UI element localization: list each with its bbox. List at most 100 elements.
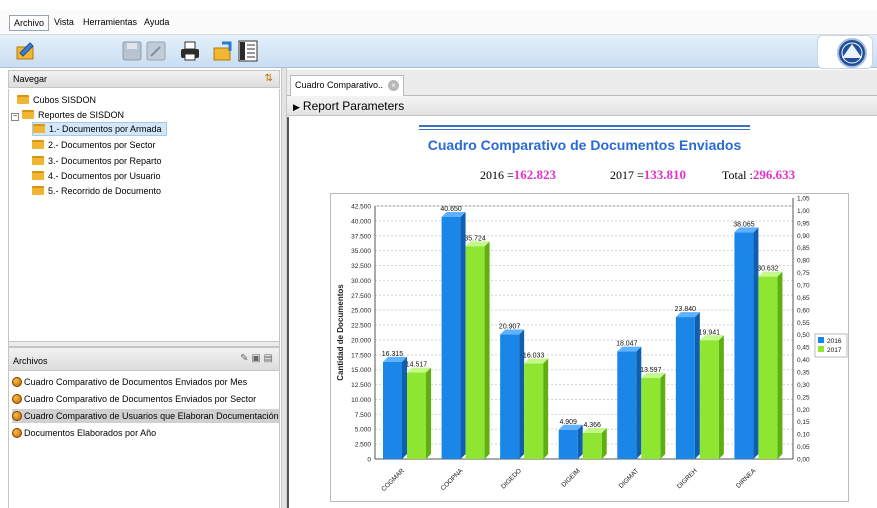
tree-item-cubos[interactable]: Cubos SISDON	[17, 93, 96, 107]
y-tick-label: 17.500	[351, 352, 371, 359]
total-label: 2016 =	[480, 168, 514, 182]
archivo-label: Cuadro Comparativo de Documentos Enviado…	[24, 377, 248, 387]
toolbar	[0, 35, 877, 69]
menu-archivo[interactable]: Archivo	[9, 15, 50, 31]
folder-icon	[32, 186, 44, 195]
bar-side	[426, 367, 431, 459]
y-tick-label: 5.000	[355, 427, 372, 434]
folder-icon	[22, 110, 34, 119]
archivos-title: Archivos	[13, 356, 48, 366]
bar-side	[660, 373, 666, 459]
tree-item-documentos-reparto[interactable]: 3.- Documentos por Reparto	[32, 154, 162, 168]
data-label: 19.941	[699, 329, 721, 336]
report-icon	[12, 411, 22, 421]
menu-vista[interactable]: Vista	[50, 15, 78, 31]
data-label: 14.517	[406, 362, 428, 369]
bar-chart: 0 2.500 5.000 7.500 10.000 12.500 15.000 17.500…	[336, 196, 848, 493]
bar	[500, 334, 520, 459]
bar-side	[577, 424, 583, 459]
archivo-label: Documentos Elaborados por Año	[24, 428, 157, 438]
y-tick-label: 27.500	[351, 293, 371, 300]
tree-item-label: Reportes de SISDON	[38, 110, 125, 120]
archivo-item[interactable]: Cuadro Comparativo de Usuarios que Elabo…	[12, 409, 279, 423]
bar-side	[601, 428, 607, 459]
bar	[524, 363, 544, 459]
tree-item-label: 3.- Documentos por Reparto	[48, 156, 162, 166]
save-icon[interactable]	[120, 39, 144, 63]
data-label: 4.366	[583, 422, 601, 429]
x-tick-label: COOPNA	[440, 467, 465, 492]
sort-icon[interactable]: ⇅	[265, 73, 273, 84]
menu-ayuda[interactable]: Ayuda	[140, 15, 173, 31]
y-tick-label: 20.000	[351, 337, 371, 344]
x-tick-label: COGMAR	[380, 467, 406, 493]
y-tick-label: 30.000	[351, 278, 371, 285]
legend-swatch	[818, 346, 824, 352]
bar	[383, 361, 402, 459]
data-label: 16.315	[382, 351, 404, 358]
y2-tick-label: 0,30	[797, 382, 810, 389]
x-tick-label: DIGMAT	[618, 467, 641, 490]
y-tick-label: 15.000	[351, 367, 371, 374]
print-icon[interactable]	[178, 39, 202, 63]
bar	[407, 372, 426, 459]
y2-tick-label: 0,80	[797, 258, 810, 265]
total-value: 133.810	[643, 167, 687, 182]
x-tick-label: DIGEIM	[560, 467, 581, 488]
archivos-toolbar-icons[interactable]: ✎ ▣ ▤	[240, 353, 273, 364]
tree-item-reportes[interactable]: − Reportes de SISDON	[11, 108, 124, 122]
data-label: 23.840	[675, 306, 697, 313]
data-label: 18.047	[616, 341, 638, 348]
top-strip	[0, 0, 877, 9]
tree-item-recorrido-documento[interactable]: 5.- Recorrido de Documento	[32, 184, 161, 198]
y2-tick-label: 1,00	[797, 208, 810, 215]
y2-tick-label: 0,10	[797, 432, 810, 439]
tab-cuadro-comparativo[interactable]: Cuadro Comparativo.. ×	[290, 75, 405, 96]
folder-icon	[32, 171, 44, 180]
y-tick-label: 32.500	[351, 263, 371, 270]
archivo-item[interactable]: Cuadro Comparativo de Documentos Enviado…	[12, 392, 256, 406]
collapse-icon[interactable]: −	[11, 113, 19, 121]
report-parameters-bar[interactable]: ▶ Report Parameters	[287, 96, 877, 116]
bar-side	[460, 212, 466, 459]
y2-tick-label: 0,95	[797, 220, 810, 227]
report-title: Cuadro Comparativo de Documentos Enviado…	[427, 137, 742, 153]
total-value: 162.823	[513, 167, 557, 182]
report-parameters-label: Report Parameters	[302, 99, 405, 113]
tree-item-label: 2.- Documentos por Sector	[48, 140, 156, 150]
archivo-item[interactable]: Cuadro Comparativo de Documentos Enviado…	[12, 375, 247, 389]
bar	[758, 276, 778, 459]
close-tab-icon[interactable]: ×	[388, 80, 400, 91]
report-icon	[12, 394, 22, 404]
tab-bar: Cuadro Comparativo.. ×	[287, 70, 877, 96]
title-rule	[419, 125, 750, 127]
y2-tick-label: 0,85	[797, 245, 810, 252]
y-tick-label: 40.000	[351, 218, 371, 225]
tree-item-documentos-sector[interactable]: 2.- Documentos por Sector	[32, 138, 156, 152]
y2-tick-label: 0,60	[797, 307, 810, 314]
edit-icon[interactable]	[144, 39, 168, 63]
x-tick-label: DIGREH	[676, 467, 699, 490]
archivo-label: Cuadro Comparativo de Documentos Enviado…	[24, 394, 257, 404]
tree-item-documentos-armada[interactable]: 1.- Documentos por Armada	[32, 122, 167, 136]
total-2017: 2017 =133.810	[610, 167, 686, 183]
export-icon[interactable]	[212, 39, 236, 63]
new-report-icon[interactable]	[14, 39, 38, 63]
columns-icon[interactable]	[236, 39, 260, 63]
x-tick-label: DIGEDO	[500, 467, 523, 490]
tree-item-documentos-usuario[interactable]: 4.- Documentos por Usuario	[32, 169, 161, 183]
navigator-tree: Cubos SISDON − Reportes de SISDON 1.- Doc…	[8, 89, 280, 341]
y2-tick-label: 0,35	[797, 370, 810, 377]
archivo-item[interactable]: Documentos Elaborados por Año	[12, 426, 156, 440]
organization-logo	[817, 35, 873, 69]
menu-herramientas[interactable]: Herramientas	[79, 15, 141, 31]
tree-item-label: Cubos SISDON	[33, 95, 97, 105]
y-tick-label: 37.500	[351, 233, 371, 240]
bar	[465, 246, 485, 459]
y-tick-label: 42.500	[351, 204, 371, 211]
bar	[617, 351, 637, 459]
bar-side	[636, 346, 642, 459]
folder-icon	[17, 95, 29, 104]
data-label: 40.650	[440, 206, 462, 213]
legend-swatch	[818, 337, 824, 343]
